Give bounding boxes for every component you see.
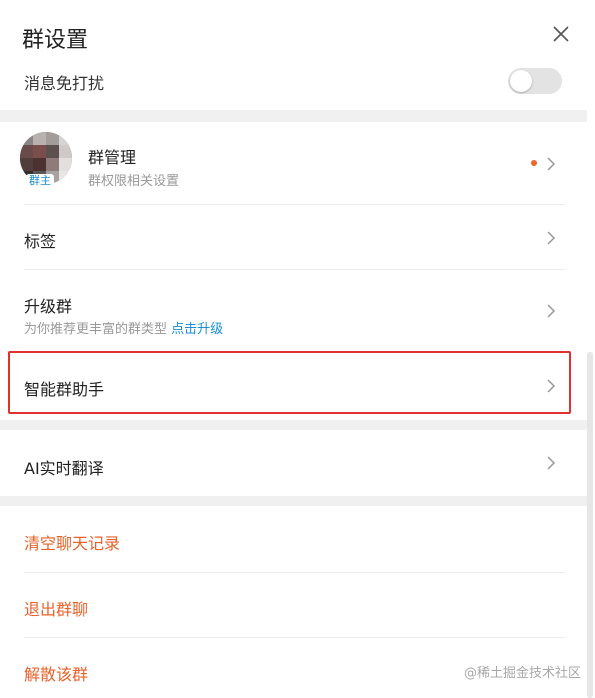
upgrade-row[interactable]: 升级群 为你推荐更丰富的群类型 点击升级 <box>0 270 587 350</box>
chevron-right-icon <box>546 455 556 471</box>
upgrade-label: 升级群 <box>24 297 73 316</box>
dissolve-group-label: 解散该群 <box>24 665 89 684</box>
chevron-right-icon <box>546 230 556 246</box>
quit-group-label: 退出群聊 <box>24 600 89 619</box>
upgrade-subtitle-text: 为你推荐更丰富的群类型 <box>24 322 168 337</box>
scrollbar[interactable] <box>587 352 593 698</box>
mute-label: 消息免打扰 <box>24 74 105 93</box>
highlight-box <box>8 351 571 414</box>
section-separator <box>0 420 587 430</box>
toggle-knob <box>510 70 532 92</box>
owner-badge: 群主 <box>26 174 54 187</box>
section-separator <box>0 110 587 122</box>
watermark: @稀土掘金技术社区 <box>464 666 582 681</box>
chevron-right-icon <box>546 303 556 319</box>
group-manage-subtitle: 群权限相关设置 <box>88 174 180 189</box>
mute-row: 消息免打扰 <box>0 64 587 110</box>
group-manage-title: 群管理 <box>88 148 137 167</box>
mute-toggle[interactable] <box>508 68 562 94</box>
ai-translate-label: AI实时翻译 <box>24 459 104 478</box>
ai-translate-row[interactable]: AI实时翻译 <box>0 430 587 496</box>
clear-history-row[interactable]: 清空聊天记录 <box>0 506 587 572</box>
upgrade-subtitle: 为你推荐更丰富的群类型 点击升级 <box>24 318 223 337</box>
panel-header: 群设置 <box>0 0 595 72</box>
page-title: 群设置 <box>22 28 89 53</box>
section-separator <box>0 496 587 506</box>
quit-group-row[interactable]: 退出群聊 <box>0 573 587 637</box>
notification-dot <box>531 160 537 166</box>
upgrade-link[interactable]: 点击升级 <box>171 322 223 337</box>
tags-label: 标签 <box>24 232 57 251</box>
tags-row[interactable]: 标签 <box>0 205 587 269</box>
clear-history-label: 清空聊天记录 <box>24 534 121 553</box>
chevron-right-icon <box>546 156 556 172</box>
close-icon[interactable] <box>553 26 569 42</box>
